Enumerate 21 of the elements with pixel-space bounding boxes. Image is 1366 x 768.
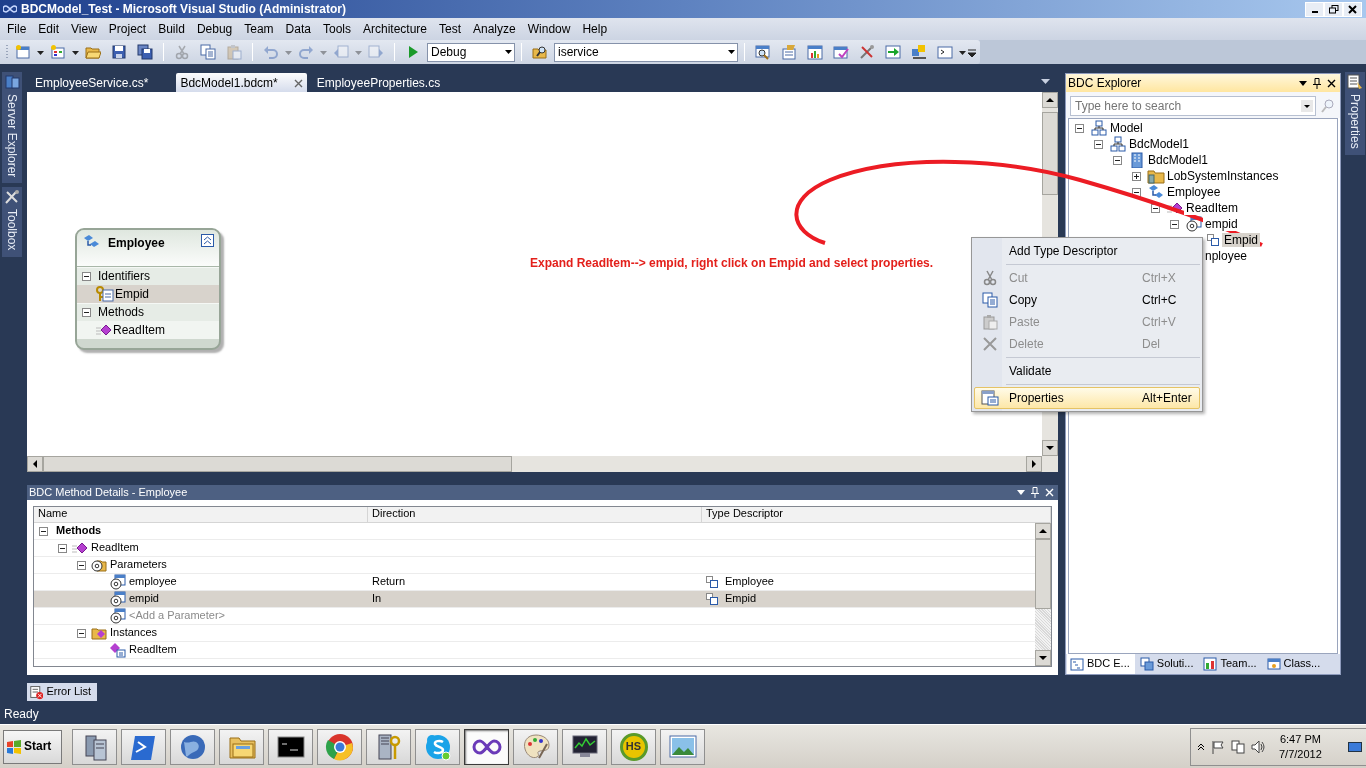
table-cell: Empid [725, 592, 757, 606]
section-label: Methods [98, 305, 145, 320]
table-cell: ReadItem [129, 643, 177, 657]
status-text: Ready [4, 707, 39, 721]
table-cell: ReadItem [91, 541, 139, 555]
table-cell: employee [129, 575, 177, 589]
annotation-text: Expand ReadItem--> empid, right click on Empid and select properties. [530, 256, 934, 271]
badge-icon: HS [619, 732, 648, 761]
table-cell: Parameters [110, 558, 167, 572]
window-title: BDCModel_Test - Microsoft Visual Studio (Administrator) [21, 1, 346, 17]
panel-title: BDC Explorer [1068, 75, 1143, 91]
group-label: Methods [56, 524, 102, 538]
section-label: Identifiers [98, 269, 151, 284]
table-cell: Return [372, 575, 406, 589]
table-cell: Instances [110, 626, 158, 640]
entity-title: Employee [108, 235, 166, 251]
table-cell: empid [129, 592, 159, 606]
table-cell: In [372, 592, 382, 606]
panel-title: BDC Method Details - Employee [29, 485, 189, 500]
table-cell: <Add a Parameter> [129, 609, 225, 623]
table-cell: Employee [725, 575, 774, 589]
